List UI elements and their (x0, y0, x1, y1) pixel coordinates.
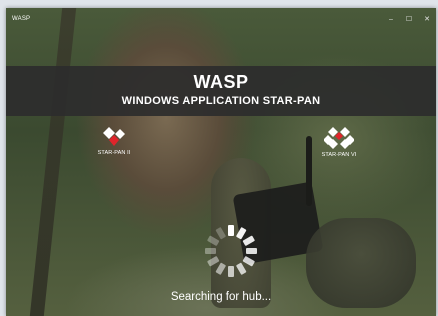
device-label: STAR-PAN II (97, 150, 131, 156)
diamond-cluster-logo-icon (324, 127, 354, 149)
close-button[interactable]: ✕ (418, 8, 436, 30)
app-window: WASP – ☐ ✕ WASP WINDOWS APPLICATION STAR… (6, 8, 436, 316)
loading-spinner-icon (205, 225, 257, 277)
diamond-logo-icon (103, 127, 125, 146)
app-subtitle: WINDOWS APPLICATION STAR-PAN (121, 95, 321, 107)
maximize-icon: ☐ (405, 16, 413, 23)
minimize-icon: – (389, 15, 393, 23)
app-banner: WASP WINDOWS APPLICATION STAR-PAN (6, 66, 436, 116)
device-star-pan-ii[interactable]: STAR-PAN II (84, 126, 144, 156)
app-name: WASP (193, 72, 249, 92)
device-star-pan-vi[interactable]: STAR-PAN VI (309, 126, 369, 158)
status-text: Searching for hub... (170, 291, 272, 303)
close-icon: ✕ (424, 16, 430, 23)
device-label: STAR-PAN VI (321, 152, 357, 158)
window-controls: – ☐ ✕ (382, 8, 436, 30)
minimize-button[interactable]: – (382, 8, 400, 30)
window-title: WASP (12, 16, 31, 22)
maximize-button[interactable]: ☐ (400, 8, 418, 30)
title-bar[interactable]: WASP – ☐ ✕ (6, 8, 436, 30)
